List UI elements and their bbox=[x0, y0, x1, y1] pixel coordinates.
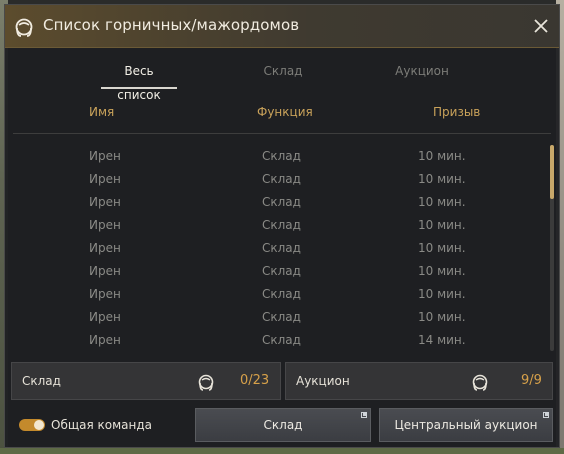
warehouse-button[interactable]: Склад bbox=[195, 408, 371, 442]
table-row[interactable]: Ирен Склад 10 мин. bbox=[13, 191, 551, 214]
auction-summary-panel: Аукцион 9/9 bbox=[285, 362, 553, 400]
row-function: Склад bbox=[262, 264, 301, 278]
header-divider bbox=[13, 133, 551, 134]
auction-panel-label: Аукцион bbox=[296, 374, 350, 388]
row-function: Склад bbox=[262, 241, 301, 255]
row-name: Ирен bbox=[89, 149, 121, 163]
maid-icon bbox=[15, 18, 33, 37]
row-function: Склад bbox=[262, 172, 301, 186]
table-row[interactable]: Ирен Склад 10 мин. bbox=[13, 306, 551, 329]
tab-all-list[interactable]: Весь список bbox=[101, 59, 177, 102]
row-summon: 10 мин. bbox=[418, 172, 466, 186]
central-auction-button-label: Центральный аукцион bbox=[394, 418, 538, 432]
toggle-knob bbox=[34, 420, 44, 430]
row-name: Ирен bbox=[89, 333, 121, 347]
row-summon: 10 мин. bbox=[418, 241, 466, 255]
row-name: Ирен bbox=[89, 218, 121, 232]
table-row[interactable]: Ирен Склад 10 мин. bbox=[13, 214, 551, 237]
maid-list-window: Список горничных/мажордомов Весь список … bbox=[4, 4, 560, 448]
row-summon: 10 мин. bbox=[418, 264, 466, 278]
row-function: Склад bbox=[262, 195, 301, 209]
row-name: Ирен bbox=[89, 310, 121, 324]
expand-corner-icon bbox=[543, 412, 549, 418]
column-header-summon[interactable]: Призыв bbox=[433, 105, 480, 119]
column-headers: Имя Функция Призыв bbox=[5, 105, 559, 125]
row-function: Склад bbox=[262, 149, 301, 163]
row-summon: 10 мин. bbox=[418, 195, 466, 209]
auction-count: 9/9 bbox=[521, 373, 542, 388]
common-command-toggle[interactable] bbox=[19, 419, 45, 431]
game-background-bottom bbox=[0, 448, 564, 454]
warehouse-button-label: Склад bbox=[263, 418, 303, 432]
row-function: Склад bbox=[262, 218, 301, 232]
tab-auction[interactable]: Аукцион bbox=[390, 59, 454, 91]
row-summon: 10 мин. bbox=[418, 287, 466, 301]
table-row[interactable]: Ирен Склад 10 мин. bbox=[13, 168, 551, 191]
tab-warehouse-label: Склад bbox=[263, 64, 303, 78]
table-row[interactable]: Ирен Склад 10 мин. bbox=[13, 237, 551, 260]
warehouse-count: 0/23 bbox=[240, 373, 270, 388]
row-function: Склад bbox=[262, 333, 301, 347]
row-function: Склад bbox=[262, 287, 301, 301]
expand-corner-icon bbox=[361, 412, 367, 418]
table-row[interactable]: Ирен Склад 14 мин. bbox=[13, 329, 551, 351]
tab-bar: Весь список Склад Аукцион bbox=[5, 59, 559, 102]
warehouse-summary-panel: Склад 0/23 bbox=[11, 362, 281, 400]
row-name: Ирен bbox=[89, 241, 121, 255]
column-header-function[interactable]: Функция bbox=[257, 105, 313, 119]
tab-all-list-label: Весь список bbox=[117, 64, 161, 102]
window-title: Список горничных/мажордомов bbox=[43, 16, 300, 34]
maid-list: Ирен Склад 10 мин. Ирен Склад 10 мин. Ир… bbox=[13, 137, 551, 351]
title-bar[interactable]: Список горничных/мажордомов bbox=[5, 5, 559, 48]
list-scrollbar-thumb[interactable] bbox=[550, 145, 554, 199]
row-name: Ирен bbox=[89, 287, 121, 301]
table-row[interactable]: Ирен Склад 10 мин. bbox=[13, 260, 551, 283]
maid-icon bbox=[472, 374, 488, 391]
table-row[interactable]: Ирен Склад 10 мин. bbox=[13, 145, 551, 168]
row-name: Ирен bbox=[89, 264, 121, 278]
central-auction-button[interactable]: Центральный аукцион bbox=[379, 408, 553, 442]
row-summon: 10 мин. bbox=[418, 218, 466, 232]
row-summon: 14 мин. bbox=[418, 333, 466, 347]
tab-warehouse[interactable]: Склад bbox=[255, 59, 311, 91]
warehouse-panel-label: Склад bbox=[22, 374, 61, 388]
common-command-label: Общая команда bbox=[51, 418, 153, 432]
row-function: Склад bbox=[262, 310, 301, 324]
row-name: Ирен bbox=[89, 195, 121, 209]
table-row[interactable]: Ирен Склад 10 мин. bbox=[13, 283, 551, 306]
row-summon: 10 мин. bbox=[418, 149, 466, 163]
column-header-name[interactable]: Имя bbox=[89, 105, 114, 119]
tab-active-underline bbox=[101, 87, 177, 89]
tab-auction-label: Аукцион bbox=[395, 64, 449, 78]
row-summon: 10 мин. bbox=[418, 310, 466, 324]
maid-icon bbox=[198, 374, 214, 391]
close-icon[interactable] bbox=[531, 16, 551, 36]
row-name: Ирен bbox=[89, 172, 121, 186]
